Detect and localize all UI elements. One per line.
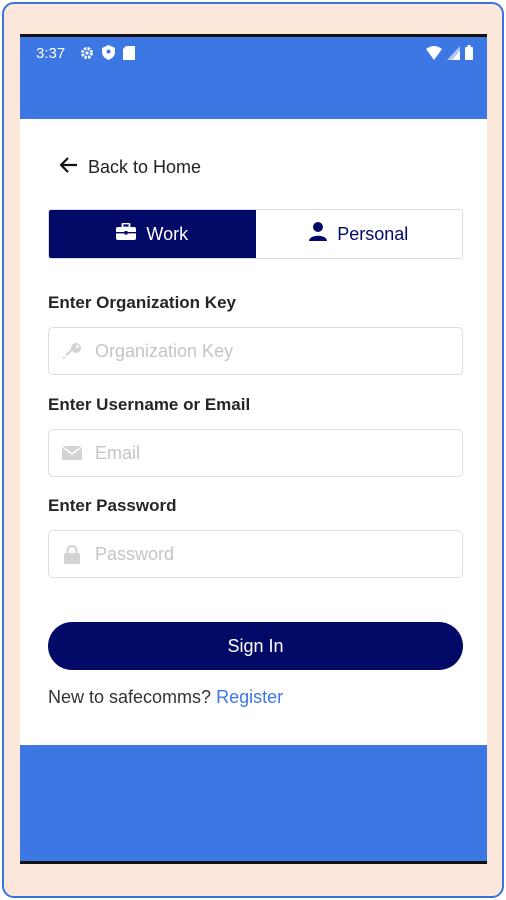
personal-tab[interactable]: Personal — [255, 210, 462, 258]
username-label: Enter Username or Email — [48, 395, 251, 414]
status-time: 3:37 — [36, 45, 66, 62]
shield-icon — [102, 45, 115, 64]
work-tab-label: Work — [146, 223, 189, 244]
org-key-field[interactable] — [48, 327, 463, 375]
register-link[interactable]: Register — [216, 687, 283, 707]
personal-tab-label: Personal — [337, 223, 409, 244]
org-key-label: Enter Organization Key — [48, 293, 236, 312]
email-field[interactable] — [48, 429, 463, 477]
account-type-toggle: Work Personal — [48, 209, 463, 259]
register-row: New to safecomms? Register — [48, 687, 283, 708]
arrow-left-icon — [59, 157, 78, 178]
work-tab[interactable]: Work — [49, 210, 256, 258]
phone-screen: 3:37 Back to Home Work Personal Enter Or… — [20, 34, 487, 864]
status-bar: 3:37 — [20, 37, 487, 71]
password-input[interactable] — [95, 531, 462, 577]
envelope-icon — [49, 446, 95, 460]
login-card: Back to Home Work Personal Enter Organiz… — [20, 119, 487, 745]
battery-icon — [465, 45, 473, 64]
register-prompt: New to safecomms? — [48, 687, 212, 707]
gear-icon — [80, 46, 94, 64]
key-icon — [49, 342, 95, 360]
status-icons-right — [426, 45, 473, 64]
person-icon — [309, 222, 328, 246]
signal-icon — [447, 45, 460, 64]
back-to-home-label: Back to Home — [88, 157, 202, 177]
password-label: Enter Password — [48, 496, 177, 515]
sd-card-icon — [123, 45, 135, 64]
wifi-icon — [426, 45, 442, 64]
email-input[interactable] — [95, 430, 462, 476]
org-key-input[interactable] — [95, 328, 462, 374]
sign-in-button[interactable]: Sign In — [48, 622, 463, 670]
back-to-home-link[interactable]: Back to Home — [59, 157, 202, 178]
password-field[interactable] — [48, 530, 463, 578]
lock-icon — [49, 544, 95, 564]
briefcase-icon — [116, 222, 137, 245]
status-icons-left — [80, 45, 135, 64]
